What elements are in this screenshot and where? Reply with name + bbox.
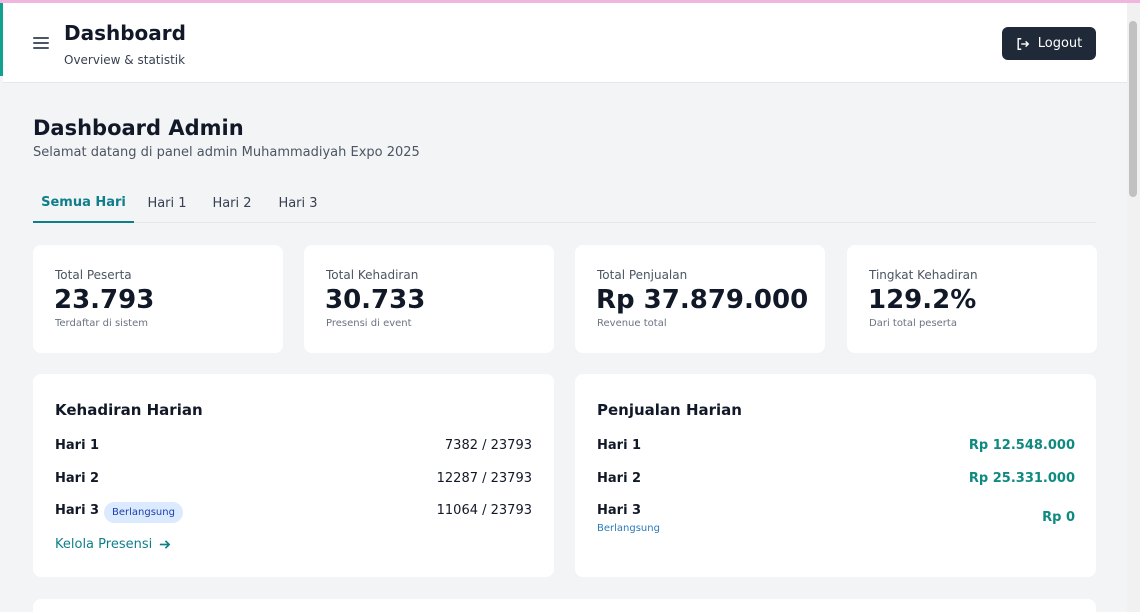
menu-toggle-button[interactable]: [31, 34, 51, 52]
sales-row-value: Rp 25.331.000: [968, 471, 1075, 486]
scrollbar-thumb[interactable]: [1129, 21, 1137, 197]
page-scrollbar[interactable]: [1127, 3, 1140, 612]
sales-row-status: Berlangsung: [597, 523, 660, 534]
stat-label: Tingkat Kehadiran: [869, 268, 978, 282]
tab-hari-3[interactable]: Hari 3: [264, 184, 332, 223]
day-tabs: Semua Hari Hari 1 Hari 2 Hari 3: [33, 184, 1096, 223]
attendance-row-label: Hari 1: [55, 438, 100, 453]
header-title: Dashboard: [64, 21, 186, 45]
logout-icon: [1017, 37, 1029, 50]
stat-value: Rp 37.879.000: [596, 285, 809, 315]
stat-label: Total Kehadiran: [326, 268, 419, 282]
sales-row-label: Hari 2: [597, 471, 642, 486]
tab-hari-2[interactable]: Hari 2: [200, 184, 264, 223]
next-card-edge: [33, 599, 1096, 612]
panel-title: Kehadiran Harian: [55, 401, 203, 419]
attendance-row-value: 12287 / 23793: [436, 471, 532, 486]
logout-button[interactable]: Logout: [1002, 27, 1096, 60]
attendance-row-label: Hari 2: [55, 471, 100, 486]
stat-note: Dari total peserta: [869, 318, 957, 329]
stat-label: Total Penjualan: [597, 268, 688, 282]
stat-note: Revenue total: [597, 318, 667, 329]
status-badge: Berlangsung: [104, 502, 183, 523]
stat-card-total-peserta: Total Peserta 23.793 Terdaftar di sistem: [33, 245, 283, 353]
link-label: Kelola Presensi: [55, 537, 153, 552]
stat-value: 23.793: [54, 285, 155, 315]
sales-row-value: Rp 0: [1042, 510, 1075, 525]
hamburger-icon: [31, 37, 51, 49]
arrow-right-icon: [160, 540, 171, 549]
attendance-row-value: 11064 / 23793: [436, 503, 532, 518]
sales-row-label: Hari 1: [597, 438, 642, 453]
panel-title: Penjualan Harian: [597, 401, 742, 419]
attendance-panel: Kehadiran Harian Hari 1 7382 / 23793 Har…: [33, 374, 554, 577]
page-subtitle: Selamat datang di panel admin Muhammadiy…: [33, 145, 420, 160]
tab-hari-1[interactable]: Hari 1: [134, 184, 200, 223]
sales-row-label: Hari 3: [597, 503, 642, 518]
stat-card-tingkat-kehadiran: Tingkat Kehadiran 129.2% Dari total pese…: [847, 245, 1097, 353]
stat-card-total-kehadiran: Total Kehadiran 30.733 Presensi di event: [304, 245, 554, 353]
header-subtitle: Overview & statistik: [64, 53, 186, 67]
logout-label: Logout: [1037, 36, 1083, 51]
stat-value: 30.733: [325, 285, 426, 315]
stat-note: Terdaftar di sistem: [55, 318, 148, 329]
stat-label: Total Peserta: [55, 268, 132, 282]
attendance-row-value: 7382 / 23793: [444, 438, 532, 453]
sales-panel: Penjualan Harian Hari 1 Rp 12.548.000 Ha…: [575, 374, 1096, 577]
stat-card-total-penjualan: Total Penjualan Rp 37.879.000 Revenue to…: [575, 245, 825, 353]
tab-semua-hari[interactable]: Semua Hari: [33, 184, 134, 223]
sales-row-value: Rp 12.548.000: [968, 438, 1075, 453]
page-title: Dashboard Admin: [33, 116, 244, 140]
stat-note: Presensi di event: [326, 318, 412, 329]
attendance-row-label: Hari 3: [55, 503, 100, 518]
kelola-presensi-link[interactable]: Kelola Presensi: [55, 537, 171, 552]
stat-value: 129.2%: [868, 285, 977, 315]
header-accent-bar: [0, 3, 3, 76]
top-header: Dashboard Overview & statistik Logout: [3, 3, 1127, 83]
